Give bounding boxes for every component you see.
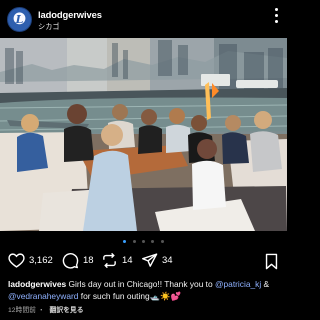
post-actions: 3,162 18 14 34 bbox=[0, 249, 287, 273]
caption-username[interactable]: ladodgerwives bbox=[8, 279, 66, 289]
repost-button[interactable]: 14 bbox=[101, 251, 135, 271]
post-location[interactable]: シカゴ bbox=[38, 22, 60, 32]
post-caption: ladodgerwives Girls day out in Chicago!!… bbox=[8, 278, 280, 302]
translate-link[interactable]: 翻訳を見る bbox=[50, 307, 84, 314]
like-count: 3,162 bbox=[29, 255, 53, 266]
post-username[interactable]: ladodgerwives bbox=[38, 9, 102, 20]
comment-count: 18 bbox=[83, 255, 94, 266]
avatar[interactable]: L bbox=[7, 7, 32, 32]
comment-icon bbox=[62, 253, 79, 269]
boat-photo bbox=[0, 38, 287, 231]
post-time: 12時間前 bbox=[8, 307, 36, 314]
caption-mention-patricia[interactable]: @patricia_kj bbox=[215, 279, 261, 289]
save-button[interactable] bbox=[264, 253, 279, 275]
carousel-dot-2 bbox=[132, 240, 136, 243]
carousel-dot-4 bbox=[151, 240, 155, 243]
repost-icon bbox=[103, 252, 116, 269]
more-options-icon[interactable] bbox=[275, 8, 279, 23]
like-button[interactable]: 3,162 bbox=[8, 251, 53, 271]
share-button[interactable]: 34 bbox=[141, 251, 179, 271]
avatar-letter: L bbox=[15, 13, 24, 26]
send-icon bbox=[142, 253, 158, 267]
comment-button[interactable]: 18 bbox=[62, 251, 96, 271]
caption-mention-vedrana[interactable]: @vedranaheyward bbox=[8, 291, 78, 301]
post-header: L ladodgerwives シカゴ bbox=[0, 0, 287, 38]
caption-text-before: Girls day out in Chicago!! Thank you to bbox=[66, 279, 215, 289]
carousel-dots bbox=[0, 237, 287, 243]
post-image[interactable] bbox=[0, 38, 287, 231]
meta-separator: ・ bbox=[37, 307, 45, 314]
share-count: 34 bbox=[162, 255, 173, 266]
caption-connector: & bbox=[261, 279, 270, 289]
caption-text-after: for such fun outing🛥️☀️💕 bbox=[78, 291, 181, 301]
carousel-dot-3 bbox=[142, 240, 145, 243]
heart-icon bbox=[8, 253, 25, 268]
repost-count: 14 bbox=[122, 255, 133, 266]
bookmark-icon bbox=[265, 253, 278, 270]
carousel-dot-1 bbox=[123, 240, 127, 243]
post-meta: 12時間前 ・ 翻訳を見る bbox=[8, 304, 84, 314]
carousel-dot-5 bbox=[160, 240, 164, 243]
